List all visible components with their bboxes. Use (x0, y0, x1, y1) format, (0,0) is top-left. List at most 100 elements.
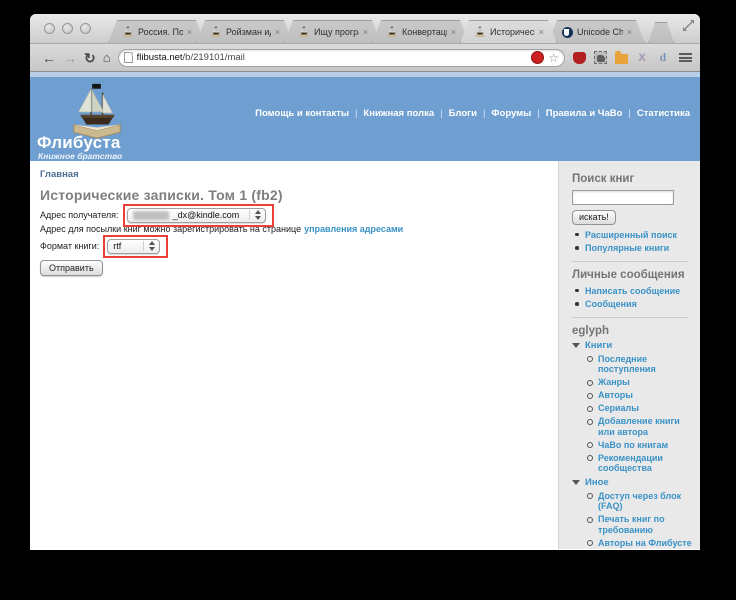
address-note-text: Адрес для посылки книг можно зарегистрир… (40, 224, 302, 234)
home-button[interactable]: ⌂ (103, 50, 111, 65)
address-bar[interactable]: flibusta.net/b/219101/mail ☆ (117, 48, 565, 67)
format-select[interactable]: rtf (107, 238, 161, 254)
tab-close-icon[interactable]: × (539, 28, 544, 37)
adblock-icon[interactable] (531, 51, 545, 64)
authors-on-flibusta-link[interactable]: Авторы на Флибусте (598, 538, 692, 548)
other-section-link[interactable]: Иное (585, 477, 609, 488)
username-title: eglyph (572, 324, 610, 337)
other-section-toggle[interactable]: Иное (572, 477, 692, 488)
page-favicon-icon (123, 52, 133, 63)
flibusta-logo-icon (64, 81, 130, 141)
add-book-author-link[interactable]: Добавление книги или автора (598, 416, 680, 437)
chrome-menu-icon[interactable] (679, 53, 692, 62)
search-input[interactable] (572, 190, 674, 205)
list-item: Сериалы (586, 403, 692, 414)
forward-button[interactable]: → (63, 51, 77, 65)
tab-title: Конвертация кни (402, 27, 446, 37)
genres-link[interactable]: Жанры (598, 377, 630, 387)
url-text[interactable]: flibusta.net/b/219101/mail (137, 52, 528, 63)
list-item: Рекомендации сообщества (586, 453, 692, 474)
nav-bookshelf[interactable]: Книжная полка (363, 108, 434, 119)
list-item: Жанры (586, 377, 692, 388)
list-item: ЧаВо по книгам (586, 440, 692, 451)
nav-rules-faq[interactable]: Правила и ЧаВо (546, 108, 623, 119)
search-section-title: Поиск книг (572, 173, 635, 185)
flibusta-favicon-icon (474, 26, 486, 38)
list-item: Печать книг по требованию (586, 514, 692, 535)
write-message-link[interactable]: Написать сообщение (585, 286, 680, 296)
url-domain: flibusta.net (136, 52, 183, 63)
advanced-search-link[interactable]: Расширенный поиск (585, 230, 677, 240)
recipient-label: Адрес получателя: (40, 210, 119, 220)
nav-separator: | (440, 108, 443, 119)
back-button[interactable]: ← (42, 51, 56, 65)
books-section-link[interactable]: Книги (585, 340, 612, 351)
messages-link[interactable]: Сообщения (585, 299, 637, 309)
reload-button[interactable]: ↻ (84, 51, 96, 65)
nav-statistics[interactable]: Статистика (637, 108, 690, 119)
bookmark-star-icon[interactable]: ☆ (548, 52, 559, 64)
format-label: Формат книги: (40, 241, 100, 251)
nav-help-contacts[interactable]: Помощь и контакты (255, 108, 349, 119)
sidebar: Поиск книг искать! Расширенный поиск Поп… (558, 161, 700, 549)
close-window-button[interactable] (44, 23, 55, 34)
tab-ishchu-programmu[interactable]: Ищу программу н × (284, 20, 381, 43)
site-title: Флибуста (37, 133, 121, 152)
list-item: Авторы на Флибусте (586, 538, 692, 549)
tab-close-icon[interactable]: × (451, 28, 456, 37)
tab-close-icon[interactable]: × (363, 28, 368, 37)
main-content: Главная Исторические записки. Том 1 (fb2… (30, 161, 558, 549)
new-tab-button[interactable] (648, 22, 674, 43)
tab-title: Исторические зап (490, 27, 535, 37)
tab-rossiya[interactable]: Россия. Полное з × (108, 20, 205, 43)
series-link[interactable]: Сериалы (598, 403, 639, 413)
fullscreen-icon[interactable] (682, 19, 695, 32)
nav-separator: | (537, 108, 540, 119)
tab-roizman[interactable]: Ройзман идет в м × (196, 20, 293, 43)
folder-glyph (614, 50, 628, 64)
xmarks-extension-icon[interactable]: X (635, 51, 649, 65)
recipient-select[interactable]: _dx@kindle.com (126, 207, 267, 223)
evernote-extension-icon[interactable] (593, 51, 607, 65)
censored-address-prefix (132, 210, 169, 220)
pocket-glyph (572, 51, 586, 64)
delicious-extension-icon[interactable]: d (656, 50, 670, 65)
evernote-glyph (593, 51, 607, 64)
tab-konvertatsiya[interactable]: Конвертация кни × (372, 20, 469, 43)
latest-additions-link[interactable]: Последние поступления (598, 354, 656, 375)
minimize-window-button[interactable] (62, 23, 73, 34)
tab-title: Ищу программу н (314, 27, 359, 37)
tab-title: Россия. Полное з (138, 27, 183, 37)
books-faq-link[interactable]: ЧаВо по книгам (598, 440, 668, 450)
flibusta-favicon-icon (122, 26, 134, 38)
tab-istoricheskie-zapiski-active[interactable]: Исторические зап × (460, 20, 557, 43)
tab-close-icon[interactable]: × (187, 28, 192, 37)
site-subtitle: Книжное братство (38, 151, 123, 161)
books-section-toggle[interactable]: Книги (572, 340, 692, 351)
window-titlebar[interactable]: Россия. Полное з × Ройзман идет в м × Ищ… (30, 14, 700, 44)
zoom-window-button[interactable] (80, 23, 91, 34)
nav-separator: | (482, 108, 486, 119)
tab-close-icon[interactable]: × (275, 28, 280, 37)
send-button[interactable]: Отправить (40, 260, 103, 276)
search-button[interactable]: искать! (572, 209, 616, 225)
pocket-extension-icon[interactable] (572, 51, 586, 65)
popular-books-link[interactable]: Популярные книги (585, 243, 669, 253)
flibusta-favicon-icon (298, 26, 310, 38)
tab-unicode-character[interactable]: Unicode Characte × (548, 20, 645, 43)
site-header: Флибуста Книжное братство Помощь и конта… (30, 77, 700, 161)
print-on-demand-link[interactable]: Печать книг по требованию (598, 514, 665, 535)
authors-link[interactable]: Авторы (598, 390, 633, 400)
access-faq-link[interactable]: Доступ через блок (FAQ) (598, 491, 681, 512)
browser-window: Россия. Полное з × Ройзман идет в м × Ищ… (30, 14, 700, 550)
nav-separator: | (628, 108, 631, 119)
tab-close-icon[interactable]: × (627, 28, 632, 37)
breadcrumb-home-link[interactable]: Главная (40, 169, 79, 180)
web-page: Флибуста Книжное братство Помощь и конта… (30, 72, 700, 549)
community-recommendations-link[interactable]: Рекомендации сообщества (598, 453, 663, 474)
folder-extension-icon[interactable] (614, 50, 628, 65)
manage-addresses-link[interactable]: управления адресами (304, 224, 403, 234)
nav-blogs[interactable]: Блоги (449, 108, 477, 119)
nav-forums[interactable]: Форумы (491, 108, 531, 119)
list-item: Авторы (586, 390, 692, 401)
